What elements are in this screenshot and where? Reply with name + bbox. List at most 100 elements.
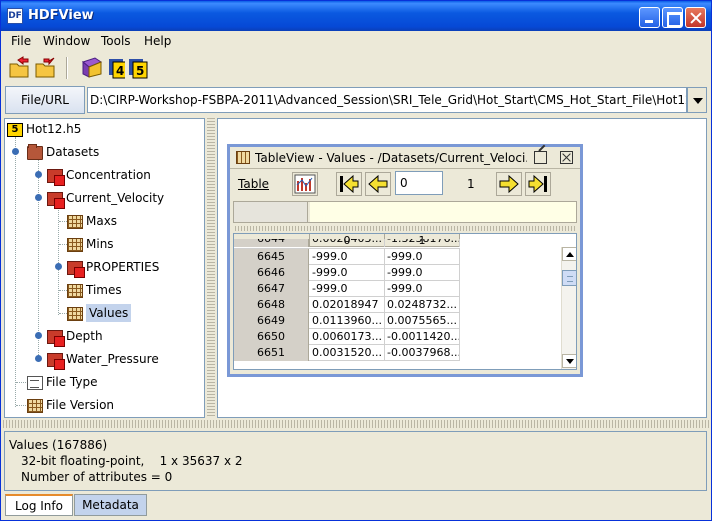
table-row[interactable]: 6647 -999.0 -999.0	[234, 281, 460, 297]
tree-item-concentration[interactable]: Concentration	[47, 165, 151, 186]
tree-item-label: Concentration	[66, 168, 151, 182]
tree-item-current-velocity[interactable]: Current_Velocity	[47, 188, 164, 209]
bottom-tabs: Log Info Metadata	[1, 494, 711, 516]
scroll-up-arrow-icon[interactable]	[562, 247, 576, 261]
menu-tools[interactable]: Tools	[101, 34, 131, 48]
tree-expand-handle[interactable]	[35, 171, 42, 178]
tab-log-info[interactable]: Log Info	[5, 494, 73, 516]
row-header: 6651	[234, 345, 309, 361]
table-row[interactable]: 6644 0.0028403... -1.3238176...	[234, 239, 460, 249]
menu-help[interactable]: Help	[144, 34, 171, 48]
tree-item-water-pressure[interactable]: Water_Pressure	[47, 349, 159, 370]
close-file-button[interactable]	[33, 55, 59, 81]
table-row[interactable]: 6650 0.0060173... -0.0011420...	[234, 329, 460, 345]
table-cell[interactable]: -999.0	[385, 265, 460, 281]
maximize-button[interactable]	[662, 7, 683, 28]
tree-expand-handle[interactable]	[55, 263, 62, 270]
table-cell[interactable]: 0.0028403...	[310, 239, 385, 247]
tree-item-times[interactable]: Times	[67, 280, 122, 300]
menu-table[interactable]: Table	[238, 177, 269, 191]
file-url-combobox[interactable]: D:\CIRP-Workshop-FSBPA-2011\Advanced_Ses…	[87, 87, 687, 113]
left-arrow-icon	[368, 174, 388, 194]
folder-attribute-icon	[47, 191, 65, 209]
tree-expand-handle[interactable]	[12, 148, 19, 155]
first-page-button[interactable]	[336, 172, 362, 196]
close-icon[interactable]	[560, 151, 573, 164]
tree-root-label: Hot12.h5	[26, 122, 82, 136]
tableview-title-bar[interactable]: TableView - Values - /Datasets/Current_V…	[230, 147, 580, 169]
table-cell[interactable]: -999.0	[310, 281, 385, 297]
tree-item-datasets[interactable]: Datasets	[27, 142, 99, 162]
file-tree-panel[interactable]: 5 Hot12.h5 Datasets Concentration Current…	[4, 118, 205, 418]
table-cell[interactable]: -999.0	[310, 265, 385, 281]
scrollbar-thumb[interactable]	[562, 270, 576, 286]
close-window-button[interactable]	[685, 7, 706, 28]
tree-item-file-version[interactable]: File Version	[27, 395, 114, 415]
data-table[interactable]: 0 1 6644 0.0028403... -1.3238176... 6645…	[233, 233, 577, 370]
tree-expand-handle[interactable]	[35, 355, 42, 362]
dataset-table-icon	[236, 151, 250, 164]
hdf5-library-button[interactable]: 5	[125, 55, 151, 81]
table-cell[interactable]: 0.0248732...	[385, 297, 460, 313]
file-url-button[interactable]: File/URL	[5, 86, 85, 114]
table-cell[interactable]: -999.0	[385, 281, 460, 297]
open-file-icon	[9, 56, 29, 78]
table-cell[interactable]: 0.0031520...	[310, 345, 385, 361]
tree-item-properties[interactable]: PROPERTIES	[67, 257, 159, 278]
users-guide-button[interactable]	[79, 55, 105, 81]
open-file-button[interactable]	[7, 55, 33, 81]
row-header: 6644	[234, 239, 309, 247]
table-row[interactable]: 6648 0.02018947 0.0248732...	[234, 297, 460, 313]
table-cell[interactable]: -999.0	[310, 249, 385, 265]
cell-label	[234, 202, 308, 222]
tab-metadata[interactable]: Metadata	[74, 494, 147, 516]
tree-root[interactable]: 5 Hot12.h5	[7, 119, 81, 139]
page-index-input[interactable]: 0	[395, 171, 443, 195]
minimize-button[interactable]	[639, 7, 660, 28]
toolbar-separator	[66, 57, 68, 79]
table-splitter[interactable]	[233, 226, 577, 231]
row-header: 6649	[234, 313, 309, 329]
url-dropdown-button[interactable]	[687, 87, 707, 113]
tree-expand-handle[interactable]	[35, 194, 42, 201]
hdf5-file-icon: 5	[7, 122, 23, 137]
tree-item-file-type[interactable]: File Type	[27, 372, 97, 392]
table-row[interactable]: 6651 0.0031520... -0.0037968...	[234, 345, 460, 361]
tree-item-values[interactable]: Values	[67, 303, 132, 323]
tableview-window[interactable]: TableView - Values - /Datasets/Current_V…	[227, 144, 583, 377]
table-cell[interactable]: 0.02018947	[310, 297, 385, 313]
table-cell[interactable]: -1.3238176...	[385, 239, 460, 247]
table-row[interactable]: 6646 -999.0 -999.0	[234, 265, 460, 281]
table-row[interactable]: 6649 0.0113960... 0.0075565...	[234, 313, 460, 329]
tree-expand-handle[interactable]	[35, 332, 42, 339]
dataset-table-icon	[27, 398, 43, 413]
vertical-splitter[interactable]	[207, 118, 215, 418]
info-datatype: 32-bit floating-point, 1 x 35637 x 2	[21, 454, 243, 468]
tree-item-maxs[interactable]: Maxs	[67, 211, 117, 231]
table-cell[interactable]: 0.0060173...	[310, 329, 385, 345]
next-page-button[interactable]	[496, 172, 522, 196]
table-cell[interactable]: 0.0113960...	[310, 313, 385, 329]
table-cell[interactable]: -999.0	[385, 249, 460, 265]
menu-window[interactable]: Window	[43, 34, 90, 48]
title-bar[interactable]: DF HDFView	[1, 1, 711, 31]
scroll-down-arrow-icon[interactable]	[562, 354, 576, 368]
last-page-button[interactable]	[525, 172, 551, 196]
cell-value-field[interactable]	[310, 202, 576, 222]
row-header: 6647	[234, 281, 309, 297]
tree-item-depth[interactable]: Depth	[47, 326, 103, 347]
application-window: DF HDFView File Window Tools Help 4 5 Fi…	[0, 0, 712, 521]
vertical-scrollbar[interactable]	[561, 247, 576, 369]
undock-icon[interactable]	[534, 151, 547, 164]
info-dataset-name: Values (167886)	[9, 438, 108, 452]
line-plot-button[interactable]	[292, 172, 318, 196]
table-cell[interactable]: -0.0011420...	[385, 329, 460, 345]
horizontal-splitter[interactable]	[1, 420, 711, 428]
table-cell[interactable]: -0.0037968...	[385, 345, 460, 361]
tree-item-mins[interactable]: Mins	[67, 234, 114, 254]
menu-file[interactable]: File	[11, 34, 31, 48]
cell-editor-row	[233, 201, 577, 223]
previous-page-button[interactable]	[365, 172, 391, 196]
table-row[interactable]: 6645 -999.0 -999.0	[234, 249, 460, 265]
table-cell[interactable]: 0.0075565...	[385, 313, 460, 329]
